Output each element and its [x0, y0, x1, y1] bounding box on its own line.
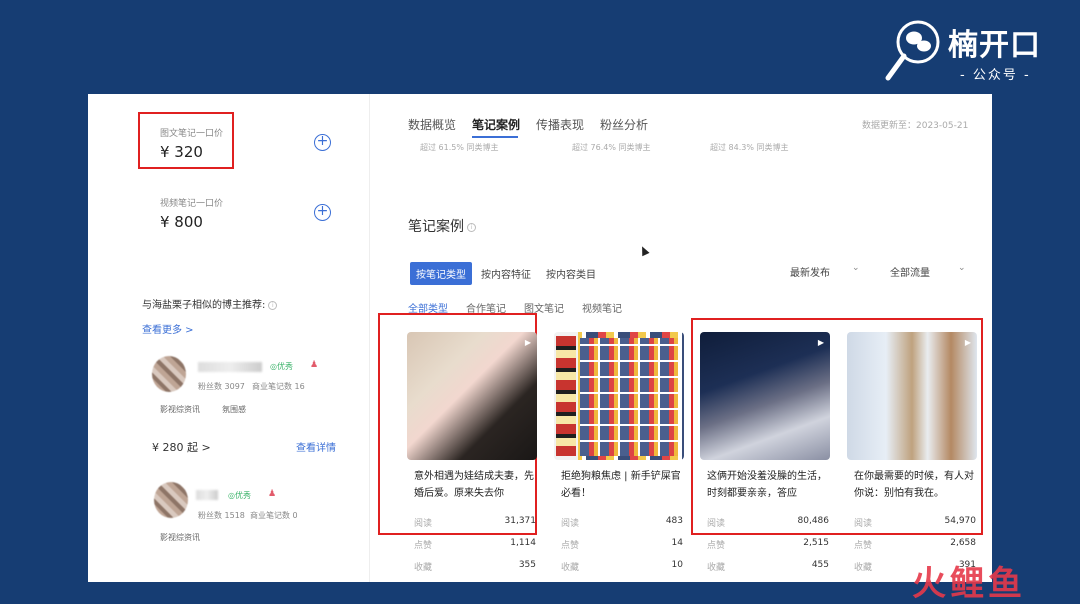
section-title: 笔记案例 i — [408, 216, 476, 236]
status-badge: ◎优秀 — [270, 362, 293, 371]
stat-text: 超过 84.3% 同类博主 — [710, 143, 789, 152]
like-count: 1,114 — [510, 538, 536, 548]
stat-text: 超过 76.4% 同类博主 — [572, 143, 651, 152]
plus-circle-icon[interactable]: + — [314, 204, 331, 221]
read-label: 阅读 — [707, 519, 726, 529]
like-count: 2,658 — [950, 538, 976, 548]
screenshot-canvas: 图文笔记一口价 ¥ 320 + 视频笔记一口价 ¥ 800 + 与海盐栗子相似的… — [88, 94, 992, 582]
note-thumbnail[interactable] — [554, 332, 684, 460]
like-label: 点赞 — [414, 541, 433, 551]
start-price[interactable]: ¥ 280 起 > — [152, 439, 211, 455]
fav-label: 收藏 — [854, 563, 873, 573]
like-count: 14 — [671, 538, 683, 548]
note-title[interactable]: 这俩开始没羞没臊的生活，时刻都要亲亲，答应 — [707, 468, 829, 502]
tab-overview[interactable]: 数据概览 — [408, 116, 456, 133]
chevron-down-icon[interactable]: ⌄ — [852, 263, 860, 273]
fav-label: 收藏 — [414, 563, 433, 573]
video-play-icon: ▶ — [964, 338, 971, 347]
stat-text: 超过 61.5% 同类博主 — [420, 143, 499, 152]
fans-count: 粉丝数 1518 — [198, 511, 245, 520]
price-value: ¥ 320 — [160, 143, 203, 161]
section-title-text: 笔记案例 — [408, 219, 464, 235]
tag: 氛围感 — [222, 405, 246, 414]
note-card[interactable]: ▶ 在你最需要的时候，有人对你说：别怕有我在。 阅读 54,970 点赞 2,658… — [847, 332, 977, 582]
fans-count: 粉丝数 3097 — [198, 382, 245, 391]
read-count: 31,371 — [504, 516, 537, 526]
chevron-down-icon[interactable]: ⌄ — [958, 263, 966, 273]
plus-circle-icon[interactable]: + — [314, 134, 331, 151]
info-icon[interactable]: i — [268, 300, 278, 310]
filter-by-category-button[interactable]: 按内容类目 — [546, 266, 596, 281]
read-count: 54,970 — [944, 516, 977, 526]
notes-count: 商业笔记数 0 — [250, 511, 298, 520]
note-thumbnail[interactable]: ▶ — [700, 332, 830, 460]
fav-count: 355 — [518, 560, 536, 570]
price-label: 图文笔记一口价 — [160, 129, 224, 139]
thumb-strip — [556, 336, 576, 456]
read-label: 阅读 — [561, 519, 580, 529]
tab-note-cases[interactable]: 笔记案例 — [472, 116, 520, 133]
like-count: 2,515 — [803, 538, 829, 548]
notes-count: 商业笔记数 16 — [252, 382, 305, 391]
blurred-name — [198, 362, 262, 372]
like-label: 点赞 — [707, 541, 726, 551]
tag: 影视综资讯 — [160, 405, 200, 414]
brand-logo: 楠开口 - 公众号 - — [884, 14, 1064, 84]
read-label: 阅读 — [854, 519, 873, 529]
status-badge: ◎优秀 — [228, 491, 251, 500]
note-card[interactable]: 拒绝狗粮焦虑 | 新手铲屎官必看！ 阅读 483 点赞 14 收藏 10 — [554, 332, 684, 582]
note-card[interactable]: ▶ 意外相遇为娃结成夫妻，先婚后爱。原来失去你 阅读 31,371 点赞 1,114… — [407, 332, 537, 582]
recommend-title: 与海盐栗子相似的博主推荐: i — [142, 296, 278, 311]
like-label: 点赞 — [561, 541, 580, 551]
read-count: 80,486 — [797, 516, 830, 526]
tab-spread[interactable]: 传播表现 — [536, 116, 584, 133]
note-thumbnail[interactable]: ▶ — [407, 332, 537, 460]
fav-count: 10 — [671, 560, 683, 570]
brand-subtitle: - 公众号 - — [960, 68, 1031, 83]
person-icon: ♟ — [268, 489, 277, 499]
avatar[interactable] — [152, 356, 186, 392]
note-thumbnail[interactable]: ▶ — [847, 332, 977, 460]
filter-by-type-button[interactable]: 按笔记类型 — [410, 262, 472, 285]
active-tab-indicator — [472, 136, 518, 138]
video-play-icon: ▶ — [817, 338, 824, 347]
see-detail-link[interactable]: 查看详情 — [296, 439, 336, 454]
price-label: 视频笔记一口价 — [160, 199, 224, 209]
fav-label: 收藏 — [561, 563, 580, 573]
person-icon: ♟ — [310, 360, 319, 370]
fav-label: 收藏 — [707, 563, 726, 573]
video-play-icon: ▶ — [524, 338, 531, 347]
note-title[interactable]: 在你最需要的时候，有人对你说：别怕有我在。 — [854, 468, 976, 502]
fav-count: 455 — [811, 560, 829, 570]
read-label: 阅读 — [414, 519, 433, 529]
tag: 影视综资讯 — [160, 533, 200, 542]
brand-name: 楠开口 — [948, 28, 1041, 63]
tab-fans[interactable]: 粉丝分析 — [600, 116, 648, 133]
subtab-video[interactable]: 视频笔记 — [582, 300, 622, 315]
note-title[interactable]: 拒绝狗粮焦虑 | 新手铲屎官必看！ — [561, 468, 683, 502]
blurred-name — [196, 490, 218, 500]
magnifier-chat-icon — [885, 20, 940, 81]
mouse-cursor-icon — [638, 244, 650, 257]
left-panel: 图文笔记一口价 ¥ 320 + 视频笔记一口价 ¥ 800 + 与海盐栗子相似的… — [88, 94, 370, 582]
info-icon[interactable]: i — [467, 222, 476, 232]
recommend-title-text: 与海盐栗子相似的博主推荐: — [142, 300, 266, 311]
traffic-select[interactable]: 全部流量 — [890, 264, 930, 279]
filter-by-content-button[interactable]: 按内容特征 — [481, 266, 531, 281]
update-time: 数据更新至：2023-05-21 — [862, 121, 969, 131]
note-title[interactable]: 意外相遇为娃结成夫妻，先婚后爱。原来失去你 — [414, 468, 536, 502]
watermark-logo: 火鲤鱼 — [912, 564, 1026, 604]
thumb-grid — [580, 338, 680, 456]
note-card[interactable]: ▶ 这俩开始没羞没臊的生活，时刻都要亲亲，答应 阅读 80,486 点赞 2,515… — [700, 332, 830, 582]
like-label: 点赞 — [854, 541, 873, 551]
see-more-link[interactable]: 查看更多 > — [142, 321, 194, 336]
avatar[interactable] — [154, 482, 188, 518]
read-count: 483 — [665, 516, 683, 526]
sort-select[interactable]: 最新发布 — [790, 264, 830, 279]
price-value: ¥ 800 — [160, 213, 203, 231]
